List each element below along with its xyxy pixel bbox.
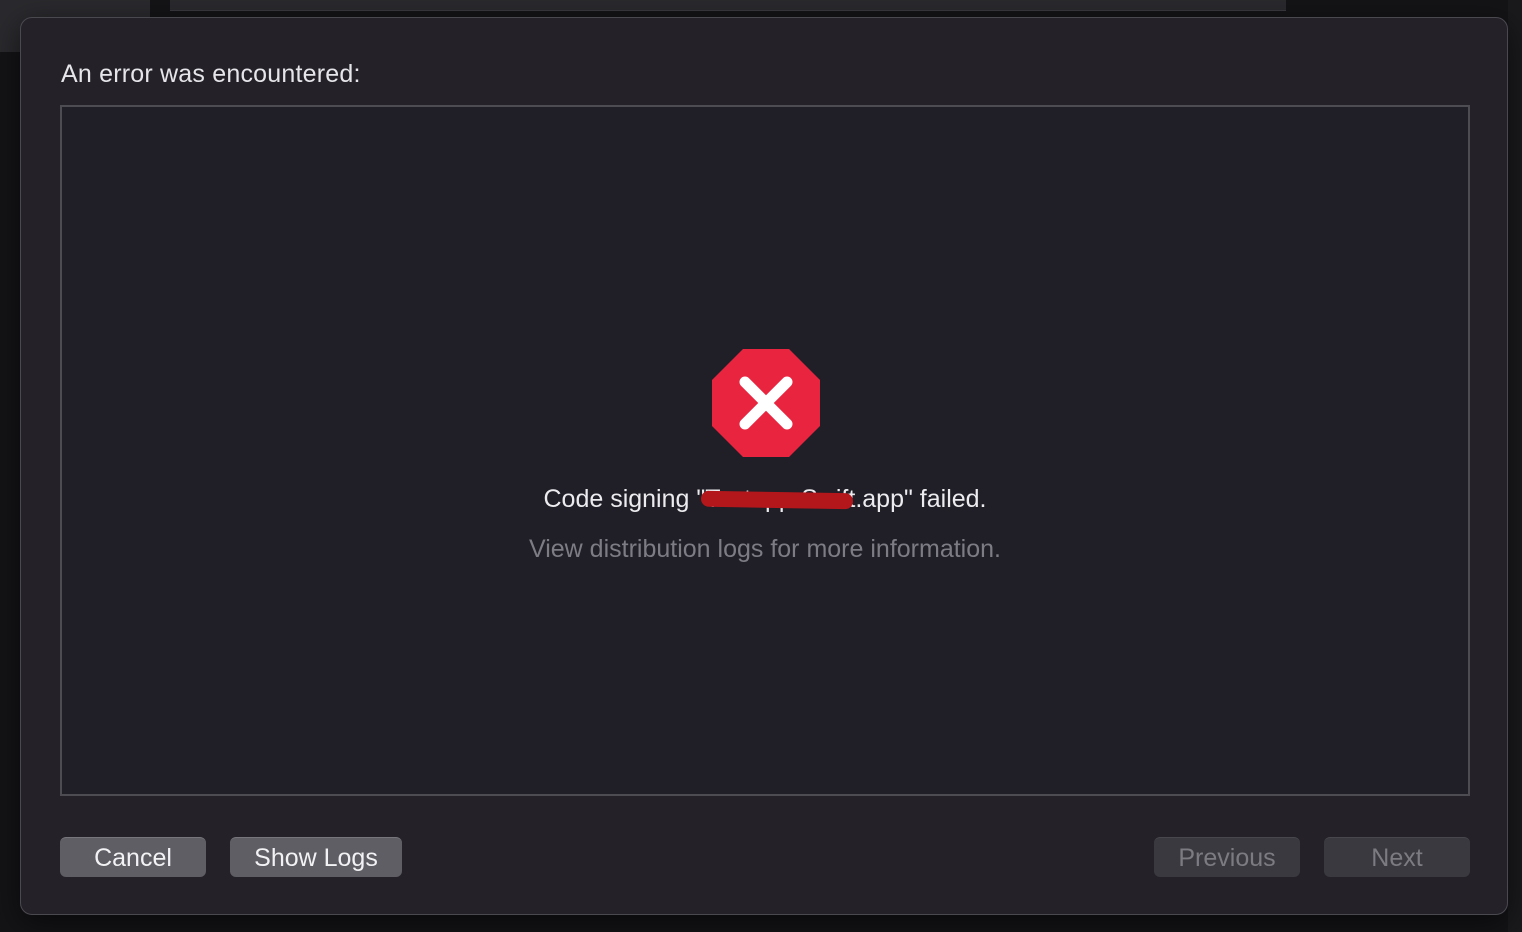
sheet-heading: An error was encountered: (61, 60, 361, 88)
redacted-app-name: Testapp-Swift (705, 485, 856, 513)
error-stop-icon (712, 349, 820, 457)
error-detail: View distribution logs for more informat… (529, 535, 1001, 563)
cancel-button[interactable]: Cancel (60, 837, 206, 877)
error-message: Code signing "Testapp-Swift.app" failed. (62, 485, 1468, 514)
background-editor-edge (1508, 0, 1522, 932)
show-logs-button[interactable]: Show Logs (230, 837, 402, 877)
error-message-suffix: .app" failed. (855, 485, 987, 513)
previous-button[interactable]: Previous (1154, 837, 1300, 877)
background-toolbar (170, 0, 1286, 11)
error-message-prefix: Code signing " (543, 485, 706, 513)
error-content-panel: Code signing "Testapp-Swift.app" failed.… (60, 105, 1470, 796)
next-button[interactable]: Next (1324, 837, 1470, 877)
error-sheet: An error was encountered: Code signing "… (20, 17, 1508, 915)
